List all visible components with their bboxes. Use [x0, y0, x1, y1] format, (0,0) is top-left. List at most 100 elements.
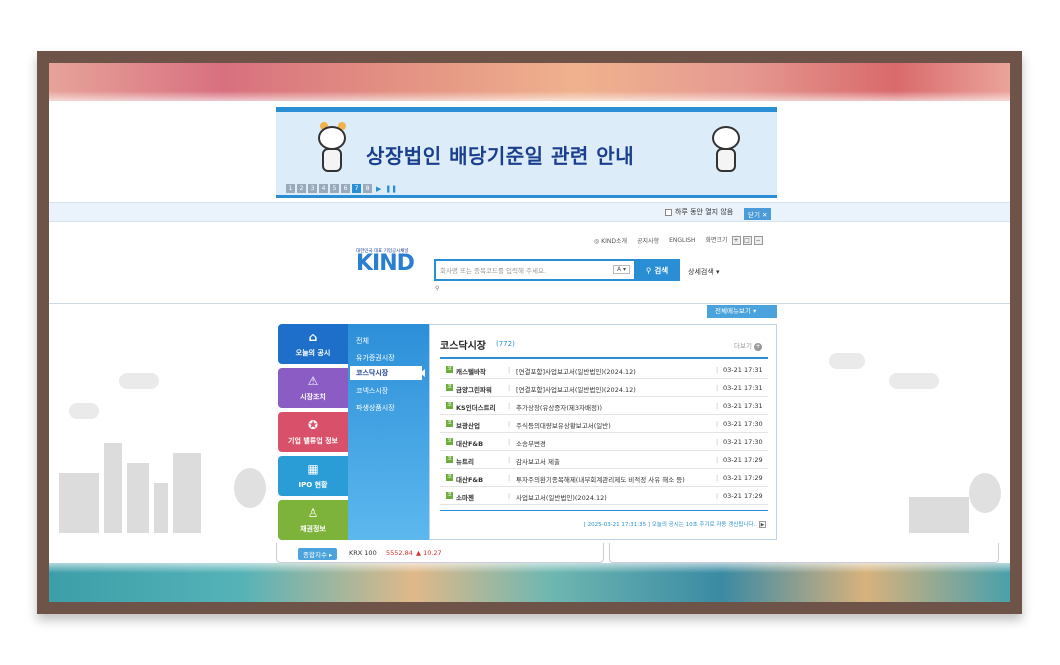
- active-arrow: [420, 369, 425, 377]
- magnifier-icon: ⚲: [435, 285, 440, 292]
- checkbox-icon[interactable]: [665, 208, 672, 216]
- medal-icon: ✪: [307, 418, 319, 432]
- company-name[interactable]: 보광산업: [456, 420, 480, 430]
- index-value: 5552.84: [386, 549, 413, 557]
- utility-links: ◎ KIND소개 공지사항 ENGLISH 화면크기 + □ −: [594, 235, 763, 245]
- doc-time: 03-21 17:30: [723, 438, 763, 446]
- disclosure-panel: ⌂ 오늘의 공시 ⚠ 시장조치 ✪ 기업 밸류업 정보 ▦ IPO 현황 ♙ 채…: [278, 324, 777, 540]
- hide-today-label: 하루 동안 열지 않음: [675, 208, 734, 216]
- doc-title[interactable]: [연결포함]사업보고서(일반법인)(2024.12): [516, 366, 636, 376]
- market-submenu: 전체 유가증권시장 코스닥시장 코넥스시장 파생상품시장: [348, 324, 429, 540]
- kind-logo[interactable]: 대한민국 대표 기업공시채널 KIND: [356, 248, 415, 276]
- pause-icon[interactable]: ❚❚: [385, 185, 397, 193]
- mascot-left: [314, 122, 350, 174]
- doc-title[interactable]: 소송부변경: [516, 438, 546, 448]
- tower-icon: ▦: [307, 462, 319, 476]
- doc-title[interactable]: 감사보고서 제출: [516, 456, 560, 466]
- submenu-kosdaq[interactable]: 코스닥시장: [350, 366, 422, 380]
- nav-bond-info[interactable]: ♙ 채권정보: [278, 500, 348, 540]
- list-item[interactable]: 코 보광산업 | 주식등의대량보유상황보고서(일반) | 03-21 17:30: [440, 415, 768, 433]
- play-icon[interactable]: ▶: [376, 185, 381, 193]
- font-size-control: 화면크기 + □ −: [705, 236, 763, 245]
- list-item[interactable]: 코 KS인더스트리 | 추가상장(유상증자(제3자배정)) | 03-21 17…: [440, 397, 768, 415]
- submenu-kospi[interactable]: 유가증권시장: [356, 353, 395, 363]
- list-item[interactable]: 코 뉴트리 | 감사보고서 제출 | 03-21 17:29: [440, 451, 768, 469]
- doc-time: 03-21 17:30: [723, 420, 763, 428]
- stamp-icon: ♙: [307, 506, 319, 520]
- watercolor-top: [49, 63, 1010, 101]
- page-dot[interactable]: 8: [363, 184, 372, 193]
- zoom-in-icon[interactable]: +: [731, 236, 741, 245]
- ticker-box-right: [609, 543, 999, 563]
- page-dot[interactable]: 6: [341, 184, 350, 193]
- more-link[interactable]: 더보기 +: [734, 340, 762, 351]
- list-count: (772): [496, 340, 515, 348]
- watercolor-bottom: [49, 563, 1010, 602]
- company-name[interactable]: 뉴트리: [456, 456, 474, 466]
- nav-today-disclosure[interactable]: ⌂ 오늘의 공시: [278, 324, 348, 364]
- company-name[interactable]: 캐스텔바작: [456, 366, 486, 376]
- company-name[interactable]: 금양그린파워: [456, 384, 492, 394]
- company-name[interactable]: 소마젠: [456, 492, 474, 502]
- nav-ipo-status[interactable]: ▦ IPO 현황: [278, 456, 348, 496]
- index-change: ▲ 10.27: [416, 549, 442, 557]
- page-dot[interactable]: 3: [308, 184, 317, 193]
- banner-pager: 1 2 3 4 5 6 7 8 ▶ ❚❚: [286, 184, 397, 193]
- page-dot-active[interactable]: 7: [352, 184, 361, 193]
- doc-time: 03-21 17:29: [723, 456, 763, 464]
- search-type-select[interactable]: A ▾: [613, 265, 631, 274]
- kosdaq-mark-icon: 코: [446, 474, 453, 481]
- nav-market-action[interactable]: ⚠ 시장조치: [278, 368, 348, 408]
- kind-intro-link[interactable]: ◎ KIND소개: [594, 236, 627, 245]
- submenu-konex[interactable]: 코넥스시장: [356, 386, 388, 396]
- notice-link[interactable]: 공지사항: [637, 236, 659, 245]
- doc-time: 03-21 17:31: [723, 402, 763, 410]
- doc-time: 03-21 17:29: [723, 474, 763, 482]
- zoom-out-icon[interactable]: −: [753, 236, 763, 245]
- company-name[interactable]: KS인더스트리: [456, 402, 496, 412]
- list-title: 코스닥시장: [440, 341, 486, 352]
- list-item[interactable]: 코 소마젠 | 사업보고서(일반법인)(2024.12) | 03-21 17:…: [440, 487, 768, 505]
- page-dot[interactable]: 5: [330, 184, 339, 193]
- zoom-reset-icon[interactable]: □: [742, 236, 752, 245]
- list-item[interactable]: 코 대산F&B | 투자주의환기종목해제(내부회계관리제도 비적정 사유 해소 …: [440, 469, 768, 487]
- index-ticker: 종합지수 ▸ KRX 100 5552.84 ▲ 10.27: [49, 543, 1010, 563]
- nav-valueup-info[interactable]: ✪ 기업 밸류업 정보: [278, 412, 348, 452]
- kosdaq-mark-icon: 코: [446, 420, 453, 427]
- company-name[interactable]: 대산F&B: [456, 474, 483, 484]
- page-dot[interactable]: 4: [319, 184, 328, 193]
- notice-banner[interactable]: 상장법인 배당기준일 관련 안내 1 2 3 4 5 6 7 8 ▶ ❚❚: [276, 107, 777, 198]
- doc-title[interactable]: 사업보고서(일반법인)(2024.12): [516, 492, 607, 502]
- advanced-search-link[interactable]: 상세검색 ▾: [688, 267, 720, 277]
- composite-index-label[interactable]: 종합지수 ▸: [298, 548, 338, 560]
- left-nav: ⌂ 오늘의 공시 ⚠ 시장조치 ✪ 기업 밸류업 정보 ▦ IPO 현황 ♙ 채…: [278, 324, 348, 540]
- all-menu-button[interactable]: 전체메뉴보기 ▾: [707, 305, 777, 318]
- doc-title[interactable]: 주식등의대량보유상황보고서(일반): [516, 420, 611, 430]
- popup-close-button[interactable]: 닫기 ✕: [744, 208, 772, 220]
- english-link[interactable]: ENGLISH: [669, 237, 695, 244]
- submenu-derivatives[interactable]: 파생상품시장: [356, 403, 395, 413]
- kosdaq-mark-icon: 코: [446, 492, 453, 499]
- list-item[interactable]: 코 캐스텔바작 | [연결포함]사업보고서(일반법인)(2024.12) | 0…: [440, 361, 768, 379]
- doc-title[interactable]: [연결포함]사업보고서(일반법인)(2024.12): [516, 384, 636, 394]
- header-divider: [49, 303, 1010, 304]
- doc-title[interactable]: 추가상장(유상증자(제3자배정)): [516, 402, 602, 412]
- banner-title: 상장법인 배당기준일 관련 안내: [366, 144, 635, 168]
- disclosure-list: 코스닥시장 (772) 더보기 + 코 캐스텔바작 | [연결포함]사업보고서(일…: [429, 324, 777, 540]
- logo-word: KIND: [356, 251, 415, 276]
- search-button[interactable]: ⚲ 검색: [634, 259, 680, 281]
- play-icon[interactable]: ▶: [759, 521, 766, 528]
- popup-bar: 하루 동안 열지 않음 닫기 ✕: [49, 202, 1010, 222]
- doc-time: 03-21 17:29: [723, 492, 763, 500]
- index-name: KRX 100: [349, 549, 377, 557]
- page-dot[interactable]: 1: [286, 184, 295, 193]
- doc-title[interactable]: 투자주의환기종목해제(내부회계관리제도 비적정 사유 해소 등): [516, 474, 685, 484]
- submenu-all[interactable]: 전체: [356, 336, 369, 346]
- hide-today-checkbox[interactable]: 하루 동안 열지 않음: [665, 207, 733, 217]
- browser-viewport: 상장법인 배당기준일 관련 안내 1 2 3 4 5 6 7 8 ▶ ❚❚ 하루…: [49, 63, 1010, 602]
- warning-icon: ⚠: [307, 374, 319, 388]
- page-dot[interactable]: 2: [297, 184, 306, 193]
- company-name[interactable]: 대산F&B: [456, 438, 483, 448]
- list-item[interactable]: 코 금양그린파워 | [연결포함]사업보고서(일반법인)(2024.12) | …: [440, 379, 768, 397]
- list-item[interactable]: 코 대산F&B | 소송부변경 | 03-21 17:30: [440, 433, 768, 451]
